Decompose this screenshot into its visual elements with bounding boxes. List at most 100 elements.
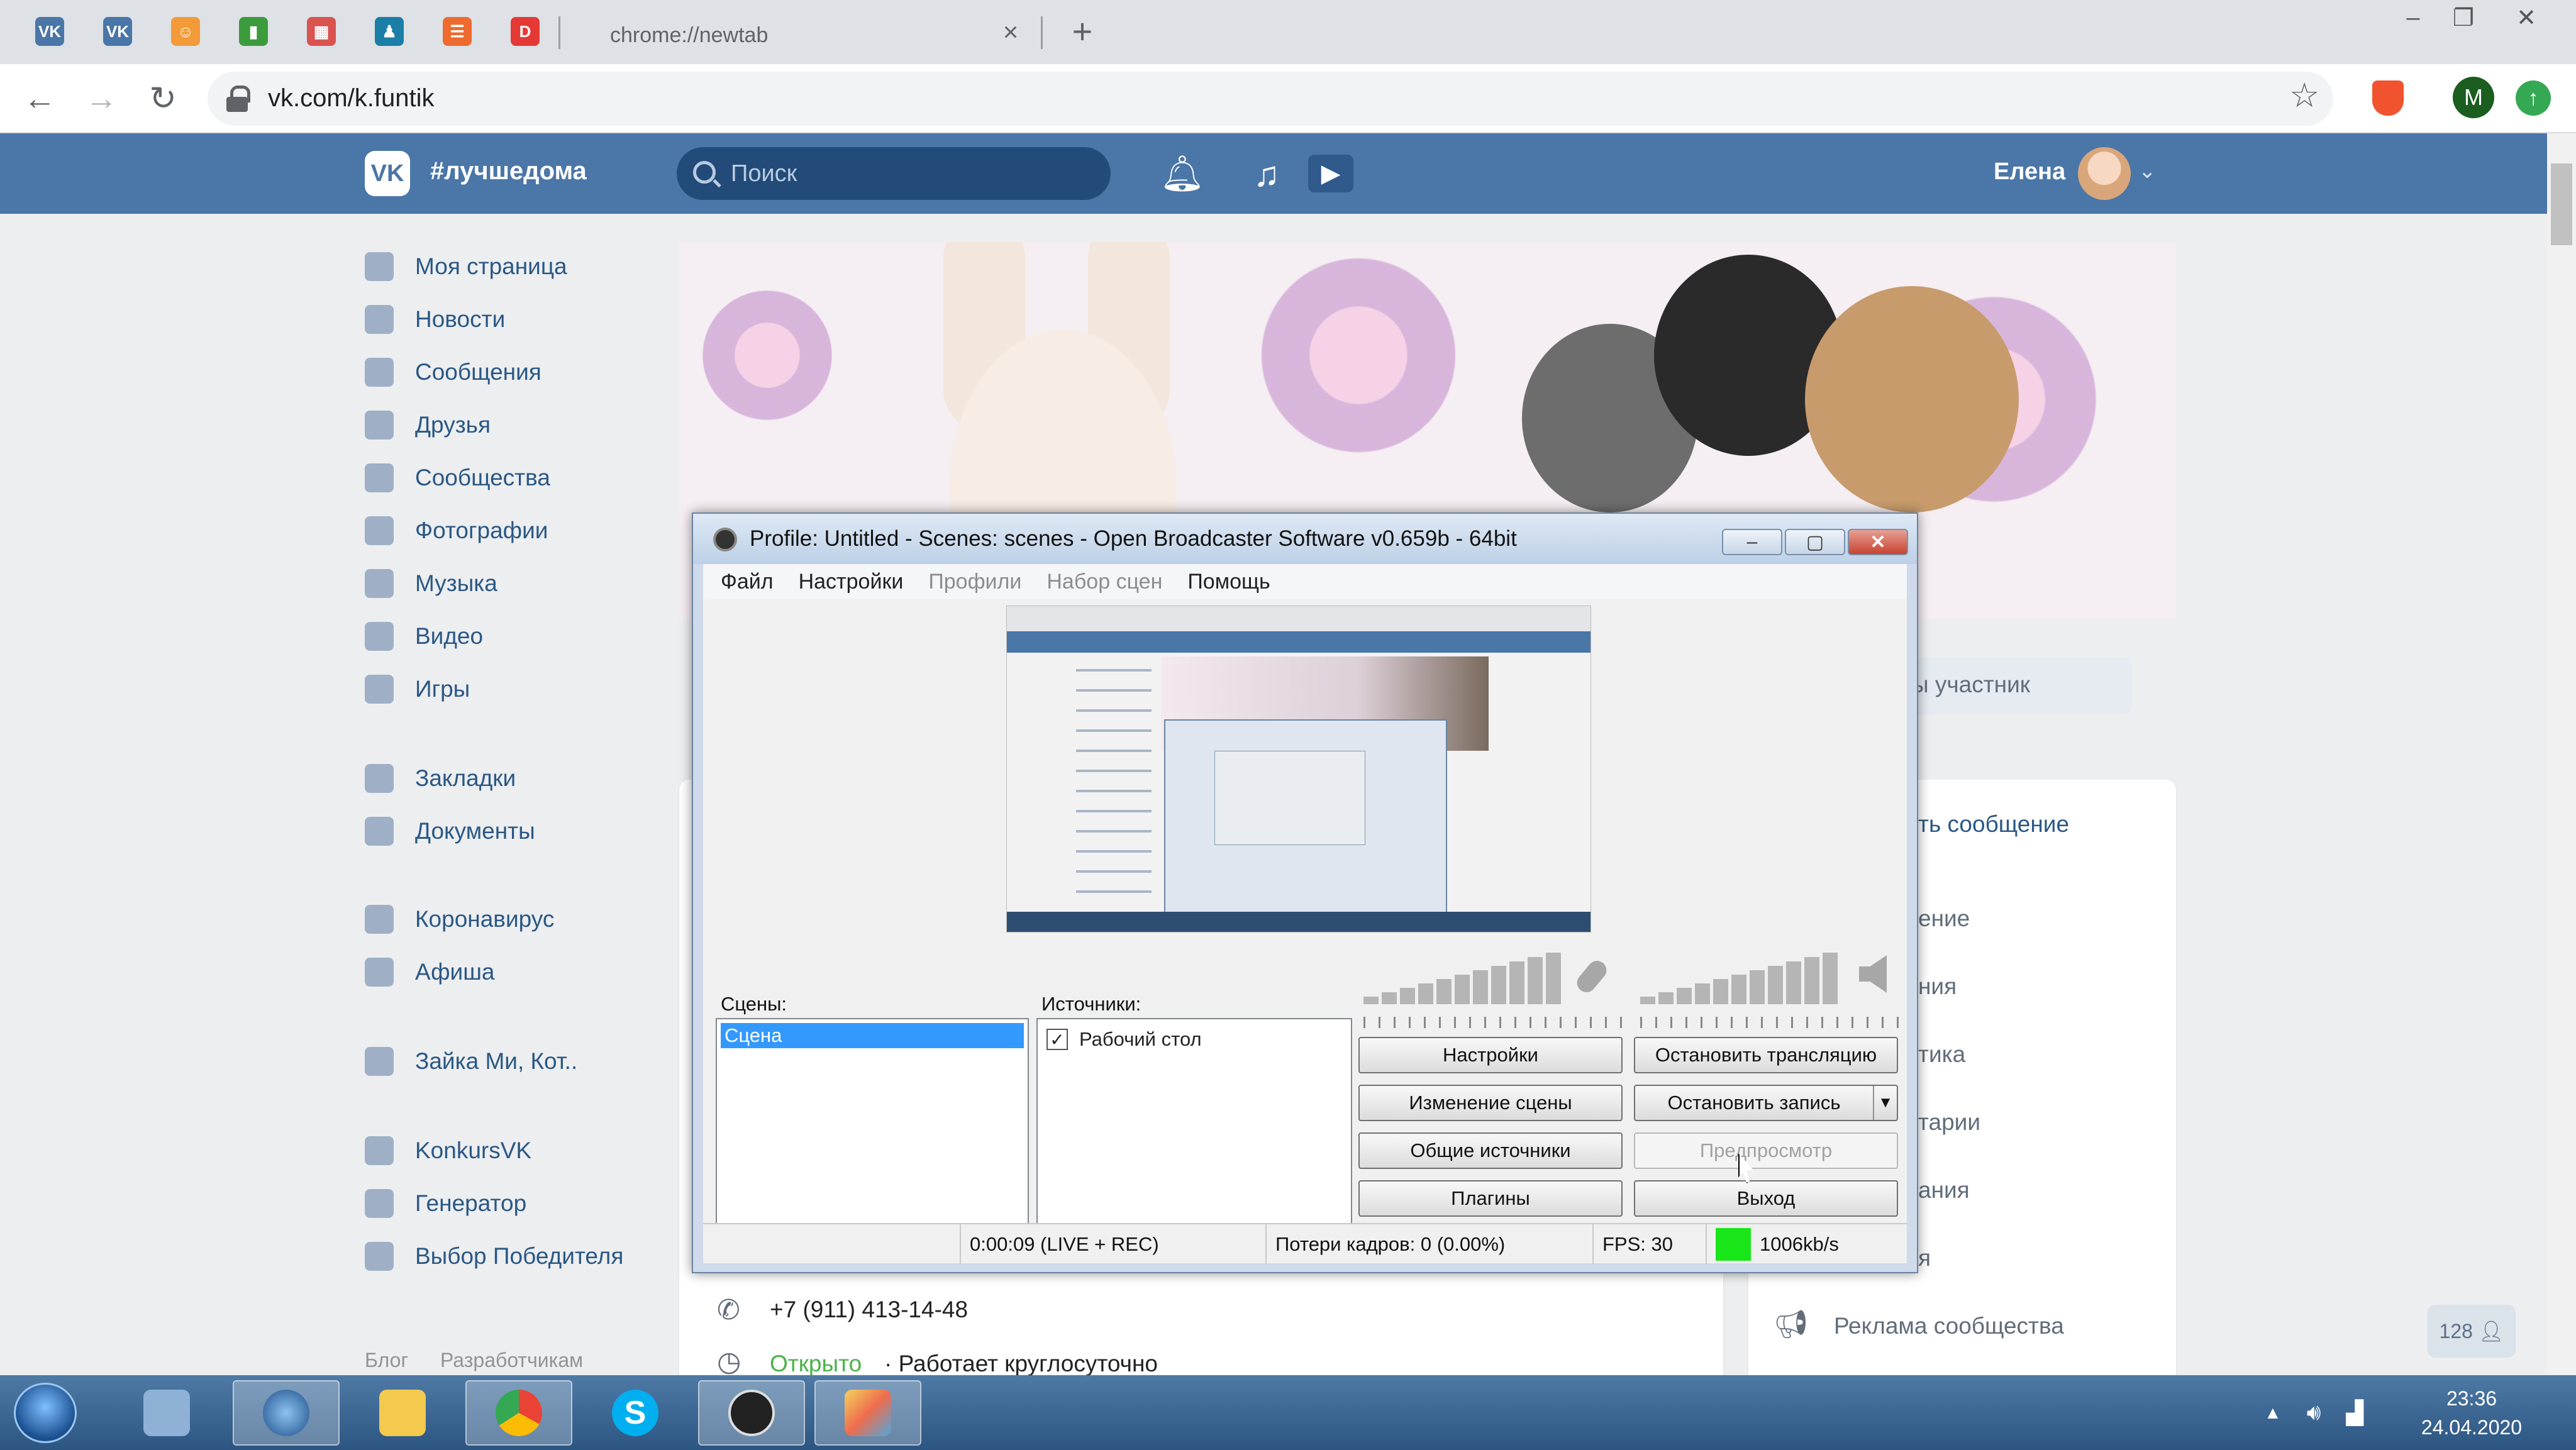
pinned-tab[interactable]: VK xyxy=(96,8,140,55)
pinned-tab[interactable]: VK xyxy=(28,8,72,55)
community-menu-link[interactable]: тика xyxy=(1918,1041,1965,1068)
page-scrollbar-thumb[interactable] xyxy=(2551,163,2572,245)
obs-menu-help[interactable]: Помощь xyxy=(1187,570,1270,594)
volume-icon[interactable]: 🔊︎ xyxy=(2307,1399,2321,1426)
community-menu-link[interactable]: ния xyxy=(1918,973,1957,1000)
taskbar-skype[interactable]: S xyxy=(582,1380,689,1446)
pinned-tab[interactable]: D xyxy=(503,8,547,55)
sidebar-item[interactable]: Новости xyxy=(365,299,505,340)
vk-logo-icon[interactable]: VK xyxy=(365,151,410,196)
pinned-tab[interactable]: ☺ xyxy=(164,8,208,55)
stop-record-button[interactable]: Остановить запись ▼ xyxy=(1634,1085,1898,1121)
vk-user-avatar[interactable] xyxy=(2078,147,2131,200)
mic-volume-slider[interactable] xyxy=(1363,1017,1628,1028)
sidebar-item[interactable]: Выбор Победителя xyxy=(365,1236,623,1276)
start-button-icon[interactable] xyxy=(14,1383,77,1443)
tray-expand-icon[interactable]: ▲ xyxy=(2264,1403,2282,1423)
taskbar-explorer[interactable] xyxy=(349,1380,456,1446)
chevron-down-icon[interactable]: ⌄ xyxy=(2138,158,2157,184)
sidebar-item[interactable]: Сообщества xyxy=(365,458,550,498)
sidebar-item[interactable]: Генератор xyxy=(365,1183,526,1224)
community-menu-link[interactable]: ания xyxy=(1918,1177,1970,1204)
system-clock[interactable]: 23:36 24.04.2020 xyxy=(2402,1384,2541,1442)
source-item[interactable]: ✓ Рабочий стол xyxy=(1046,1028,1202,1051)
network-icon[interactable]: ▟ xyxy=(2346,1400,2363,1426)
speaker-icon[interactable] xyxy=(1859,955,1887,993)
dropdown-arrow-icon[interactable]: ▼ xyxy=(1873,1086,1897,1120)
settings-button[interactable]: Настройки xyxy=(1358,1037,1623,1073)
address-bar[interactable]: vk.com/k.funtik xyxy=(208,72,2333,126)
community-menu-link[interactable]: ение xyxy=(1918,905,1970,932)
sidebar-item[interactable]: Друзья xyxy=(365,405,491,445)
write-message-link[interactable]: ть сообщение xyxy=(1918,811,2069,838)
taskbar-paint[interactable] xyxy=(814,1380,921,1446)
online-counter-badge[interactable]: 128 👤︎ xyxy=(2428,1305,2516,1358)
minimize-window-icon[interactable]: – xyxy=(2390,0,2436,35)
restore-window-icon[interactable]: ❐ xyxy=(2440,0,2487,35)
sidebar-item[interactable]: Сообщения xyxy=(365,352,541,392)
stop-stream-button[interactable]: Остановить трансляцию xyxy=(1634,1037,1898,1073)
desktop-volume-slider[interactable] xyxy=(1640,1017,1904,1028)
profile-avatar[interactable]: M xyxy=(2453,77,2494,118)
obs-minimize-icon[interactable]: – xyxy=(1722,529,1782,555)
back-icon[interactable]: ← xyxy=(19,78,60,119)
microphone-icon[interactable] xyxy=(1573,956,1611,997)
obs-menu-scene-collection[interactable]: Набор сцен xyxy=(1046,570,1162,594)
sidebar-item[interactable]: Зайка Ми, Кот.. xyxy=(365,1041,577,1082)
new-tab-icon[interactable]: + xyxy=(1063,11,1102,51)
taskbar-thunderbird[interactable] xyxy=(233,1380,340,1446)
taskbar-obs[interactable] xyxy=(698,1380,805,1446)
close-tab-icon[interactable]: × xyxy=(994,15,1028,49)
global-sources-button[interactable]: Общие источники xyxy=(1358,1132,1623,1169)
obs-menu-file[interactable]: Файл xyxy=(721,570,774,594)
desktop-volume-meter[interactable] xyxy=(1640,948,1841,1004)
sidebar-item[interactable]: KonkursVK xyxy=(365,1131,531,1171)
sidebar-item[interactable]: Документы xyxy=(365,811,535,851)
lock-icon[interactable] xyxy=(225,86,250,112)
sidebar-item[interactable]: Моя страница xyxy=(365,246,567,287)
vk-hashtag[interactable]: #лучшедома xyxy=(430,157,587,185)
pinned-tab[interactable]: ▦ xyxy=(299,8,343,55)
footer-link-blog[interactable]: Блог xyxy=(365,1349,408,1372)
reload-icon[interactable]: ↻ xyxy=(142,78,184,119)
sidebar-item[interactable]: Афиша xyxy=(365,952,494,992)
sidebar-item[interactable]: Коронавирус xyxy=(365,899,554,939)
mic-volume-meter[interactable] xyxy=(1363,948,1565,1004)
obs-maximize-icon[interactable]: ▢ xyxy=(1785,529,1845,555)
obs-title-bar[interactable]: Profile: Untitled - Scenes: scenes - Ope… xyxy=(693,514,1917,564)
sidebar-item[interactable]: Музыка xyxy=(365,563,497,604)
forward-icon[interactable]: → xyxy=(80,78,122,119)
sidebar-item[interactable]: Закладки xyxy=(365,758,516,799)
shield-extension-icon[interactable] xyxy=(2372,80,2404,116)
phone-number[interactable]: +7 (911) 413-14-48 xyxy=(770,1297,968,1323)
sidebar-item[interactable]: Видео xyxy=(365,616,483,656)
pinned-tab[interactable]: ▮ xyxy=(231,8,275,55)
vk-search-input[interactable] xyxy=(731,158,1083,189)
obs-menu-settings[interactable]: Настройки xyxy=(799,570,904,594)
community-menu-link[interactable]: я xyxy=(1918,1245,1931,1271)
taskbar-chrome[interactable] xyxy=(465,1380,572,1446)
footer-link-developers[interactable]: Разработчикам xyxy=(440,1349,583,1372)
participant-button[interactable]: ы участник xyxy=(1912,658,2132,714)
pinned-tab[interactable]: ☰ xyxy=(435,8,479,55)
taskbar-calculator[interactable] xyxy=(113,1380,220,1446)
community-menu-link[interactable]: тарии xyxy=(1918,1109,1980,1136)
exit-button[interactable]: Выход xyxy=(1634,1180,1898,1217)
ad-community-link[interactable]: Реклама сообщества xyxy=(1834,1313,2064,1339)
preview-button[interactable]: Предпросмотр xyxy=(1634,1132,1898,1169)
bookmark-star-icon[interactable]: ☆ xyxy=(2289,75,2319,115)
obs-close-icon[interactable]: ✕ xyxy=(1848,529,1908,555)
music-note-icon[interactable]: ♫ xyxy=(1245,152,1288,195)
sidebar-item[interactable]: Игры xyxy=(365,669,470,709)
scene-item-selected[interactable]: Сцена xyxy=(721,1023,1024,1048)
source-checkbox[interactable]: ✓ xyxy=(1046,1029,1068,1050)
edit-scene-button[interactable]: Изменение сцены xyxy=(1358,1085,1623,1121)
obs-menu-profiles[interactable]: Профили xyxy=(928,570,1021,594)
pinned-tab[interactable]: ♟ xyxy=(367,8,411,55)
notifications-bell-icon[interactable]: 🔔︎ xyxy=(1160,152,1204,195)
tab-newtab[interactable]: chrome://newtab xyxy=(579,6,1044,64)
page-scrollbar[interactable] xyxy=(2547,133,2576,1375)
close-window-icon[interactable]: ✕ xyxy=(2503,0,2550,35)
plugins-button[interactable]: Плагины xyxy=(1358,1180,1623,1217)
video-play-icon[interactable]: ▶ xyxy=(1308,155,1353,192)
